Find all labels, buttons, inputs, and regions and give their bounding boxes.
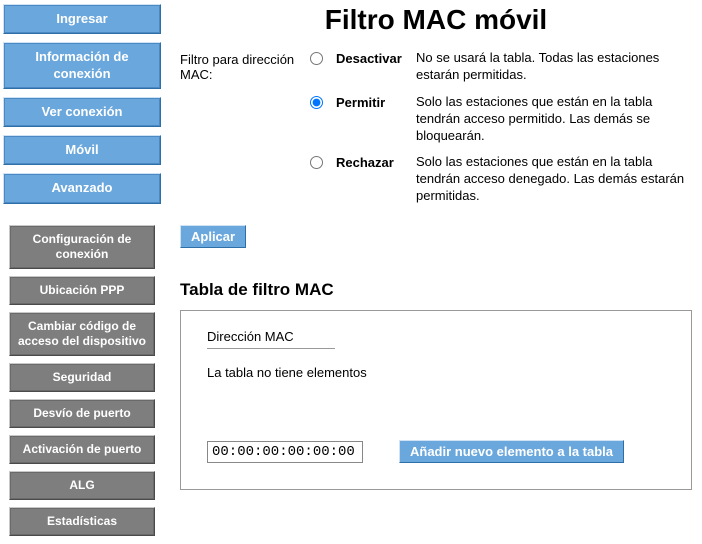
col-header-mac: Dirección MAC xyxy=(207,329,335,349)
nav-movil[interactable]: Móvil xyxy=(3,135,161,165)
filter-options: Desactivar No se usará la tabla. Todas l… xyxy=(310,50,692,215)
radio-permitir[interactable] xyxy=(310,96,323,109)
option-rechazar: Rechazar Solo las estaciones que están e… xyxy=(310,154,692,205)
option-name-rechazar: Rechazar xyxy=(336,154,416,170)
option-name-desactivar: Desactivar xyxy=(336,50,416,66)
option-permitir: Permitir Solo las estaciones que están e… xyxy=(310,94,692,145)
main-content: Filtro MAC móvil Filtro para dirección M… xyxy=(164,0,702,500)
nav-avanzado[interactable]: Avanzado xyxy=(3,173,161,203)
nav-config-conexion[interactable]: Configuración de conexión xyxy=(9,225,155,269)
option-desc-desactivar: No se usará la tabla. Todas las estacion… xyxy=(416,50,692,84)
table-empty-message: La tabla no tiene elementos xyxy=(207,365,665,380)
nav-info-conexion[interactable]: Información de conexión xyxy=(3,42,161,89)
radio-rechazar[interactable] xyxy=(310,156,323,169)
nav-cambiar-codigo[interactable]: Cambiar código de acceso del dispositivo xyxy=(9,312,155,356)
nav-seguridad[interactable]: Seguridad xyxy=(9,363,155,392)
radio-desactivar[interactable] xyxy=(310,52,323,65)
nav-ubicacion-ppp[interactable]: Ubicación PPP xyxy=(9,276,155,305)
nav-activacion-puerto[interactable]: Activación de puerto xyxy=(9,435,155,464)
apply-button[interactable]: Aplicar xyxy=(180,225,246,248)
nav-alg[interactable]: ALG xyxy=(9,471,155,500)
mac-address-input[interactable] xyxy=(207,441,363,463)
option-desc-permitir: Solo las estaciones que están en la tabl… xyxy=(416,94,692,145)
nav-desvio-puerto[interactable]: Desvío de puerto xyxy=(9,399,155,428)
nav-estadisticas[interactable]: Estadísticas xyxy=(9,507,155,536)
nav-ver-conexion[interactable]: Ver conexión xyxy=(3,97,161,127)
nav-ingresar[interactable]: Ingresar xyxy=(3,4,161,34)
filter-label: Filtro para dirección MAC: xyxy=(180,50,310,82)
option-desactivar: Desactivar No se usará la tabla. Todas l… xyxy=(310,50,692,84)
table-heading: Tabla de filtro MAC xyxy=(180,280,692,300)
sidebar: Ingresar Información de conexión Ver con… xyxy=(0,0,164,543)
add-entry-button[interactable]: Añadir nuevo elemento a la tabla xyxy=(399,440,624,463)
page-title: Filtro MAC móvil xyxy=(180,4,692,36)
option-name-permitir: Permitir xyxy=(336,94,416,110)
option-desc-rechazar: Solo las estaciones que están en la tabl… xyxy=(416,154,692,205)
mac-table-panel: Dirección MAC La tabla no tiene elemento… xyxy=(180,310,692,490)
